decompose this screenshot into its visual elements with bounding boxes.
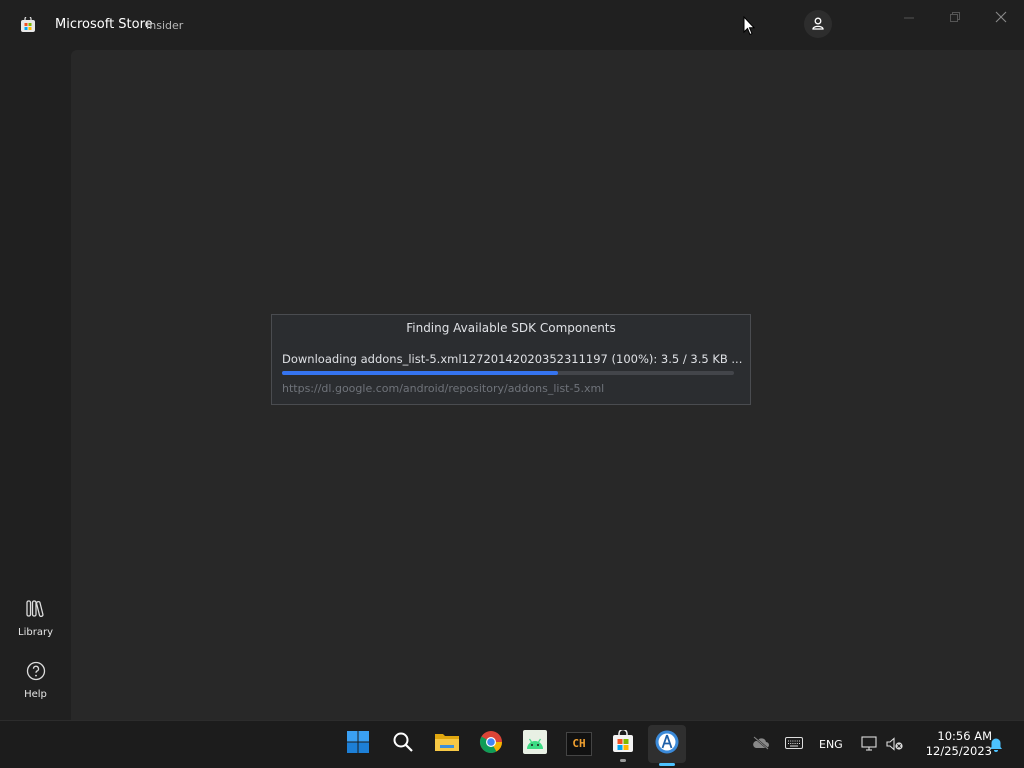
running-indicator bbox=[620, 759, 626, 762]
keyboard-icon[interactable] bbox=[785, 737, 803, 752]
help-icon bbox=[25, 661, 47, 685]
active-indicator bbox=[659, 763, 675, 766]
clock-date: 12/25/2023 bbox=[925, 744, 992, 758]
sidebar-item-label: Library bbox=[18, 627, 53, 638]
insider-badge: Insider bbox=[146, 19, 184, 32]
store-icon bbox=[611, 728, 635, 758]
library-icon bbox=[25, 600, 47, 623]
taskbar-microsoft-store[interactable] bbox=[608, 728, 638, 762]
app-title: Microsoft Store bbox=[55, 17, 153, 32]
volume-muted-icon[interactable] bbox=[886, 736, 904, 755]
taskbar-ch-app[interactable]: CH bbox=[564, 729, 594, 759]
user-icon bbox=[811, 15, 825, 34]
taskbar-file-explorer[interactable] bbox=[432, 729, 462, 759]
dialog-title: Finding Available SDK Components bbox=[406, 321, 616, 335]
ch-app-icon: CH bbox=[566, 732, 592, 756]
clock-time: 10:56 AM bbox=[937, 729, 992, 743]
chrome-icon bbox=[479, 730, 503, 758]
account-button[interactable] bbox=[804, 10, 832, 38]
windows-start-icon bbox=[346, 730, 370, 758]
sidebar-item-label: Help bbox=[24, 689, 47, 700]
android-icon bbox=[523, 730, 547, 758]
close-button[interactable] bbox=[992, 8, 1010, 26]
taskbar-android-studio[interactable] bbox=[648, 725, 686, 766]
taskbar-start-button[interactable] bbox=[343, 729, 373, 759]
progress-bar-fill bbox=[282, 371, 558, 375]
download-status-text: Downloading addons_list-5.xml12720142020… bbox=[282, 352, 743, 366]
onedrive-icon[interactable] bbox=[752, 736, 770, 753]
notification-bell-icon[interactable] bbox=[988, 737, 1004, 756]
sidebar-item-library[interactable]: Library bbox=[0, 599, 71, 638]
sidebar: Library Help bbox=[0, 50, 71, 720]
store-app-icon bbox=[20, 15, 36, 33]
search-icon bbox=[392, 731, 414, 757]
android-studio-icon bbox=[654, 729, 680, 759]
minimize-button[interactable] bbox=[900, 8, 918, 26]
minimize-icon bbox=[903, 8, 915, 27]
language-indicator[interactable]: ENG bbox=[819, 738, 843, 751]
restore-button[interactable] bbox=[946, 8, 964, 26]
download-url-text: https://dl.google.com/android/repository… bbox=[282, 382, 605, 395]
close-icon bbox=[995, 8, 1007, 27]
sidebar-item-help[interactable]: Help bbox=[0, 661, 71, 700]
taskbar-android-app[interactable] bbox=[520, 729, 550, 759]
network-icon[interactable] bbox=[861, 736, 879, 755]
taskbar-chrome[interactable] bbox=[476, 729, 506, 759]
taskbar-search-button[interactable] bbox=[388, 729, 418, 759]
sdk-progress-dialog: Finding Available SDK Components Downloa… bbox=[271, 314, 751, 405]
progress-bar bbox=[282, 371, 734, 375]
taskbar: CH ENG 10:56 AM 12/25/2023 bbox=[0, 720, 1024, 768]
clock[interactable]: 10:56 AM 12/25/2023 bbox=[912, 729, 992, 759]
folder-icon bbox=[434, 731, 460, 757]
title-bar: Microsoft Store Insider bbox=[0, 0, 1024, 50]
mouse-cursor-icon bbox=[743, 15, 756, 40]
restore-icon bbox=[949, 8, 961, 27]
